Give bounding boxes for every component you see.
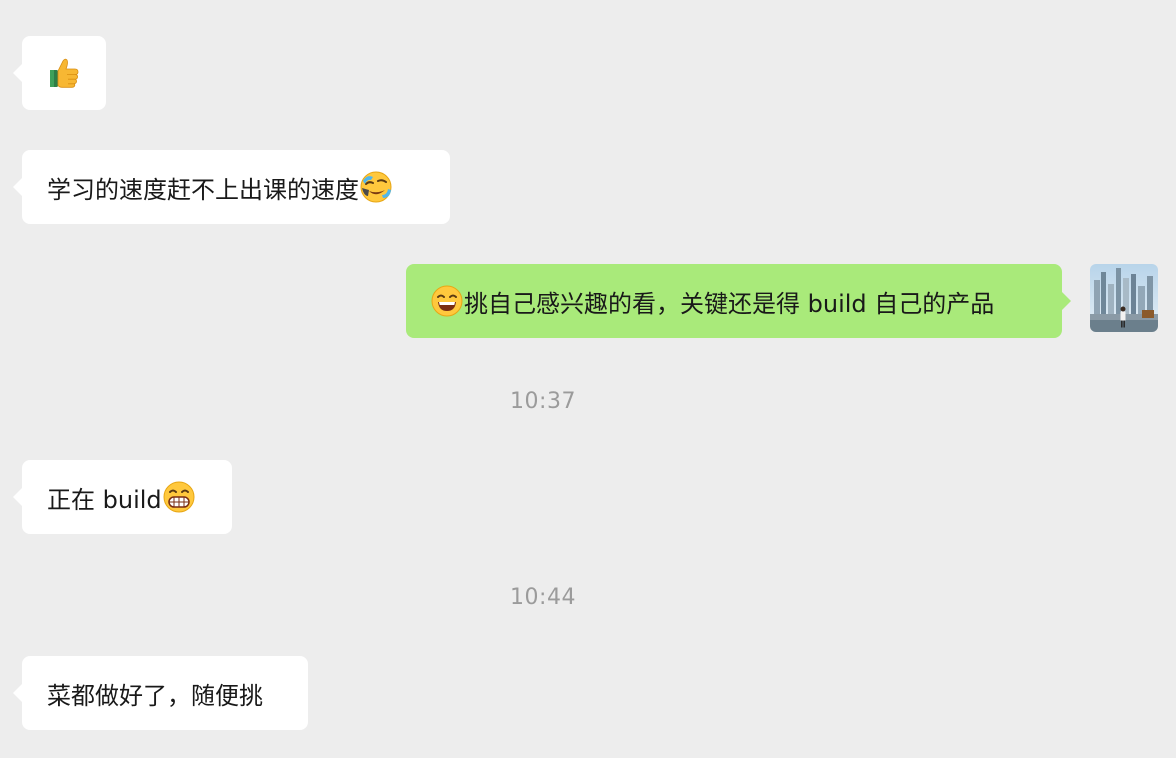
message-text: 学习的速度赶不上出课的速度 — [47, 175, 359, 204]
grinning-squinting-face-icon — [430, 284, 464, 318]
message-text: 正在 build — [47, 485, 162, 514]
message-timestamp: 10:44 — [510, 585, 576, 610]
incoming-message-bubble[interactable]: 学习的速度赶不上出课的速度 — [13, 150, 450, 224]
incoming-message-bubble[interactable]: 正在 build — [13, 460, 232, 534]
message-timestamp: 10:37 — [510, 389, 576, 414]
grimacing-grin-face-icon — [162, 480, 196, 514]
incoming-message-bubble[interactable]: 菜都做好了，随便挑 — [13, 656, 308, 730]
thumbs-up-icon — [47, 56, 81, 90]
message-text: 菜都做好了，随便挑 — [47, 681, 263, 710]
incoming-message-bubble[interactable] — [13, 36, 106, 110]
user-avatar[interactable] — [1090, 264, 1158, 332]
outgoing-message-bubble[interactable]: 挑自己感兴趣的看，关键还是得 build 自己的产品 — [406, 264, 1071, 338]
message-text: 挑自己感兴趣的看，关键还是得 build 自己的产品 — [464, 289, 995, 318]
chat-message-list: 学习的速度赶不上出课的速度 挑自己感兴趣的看，关键还是得 build 自己的产品… — [0, 0, 1176, 758]
face-with-tears-icon — [359, 170, 393, 204]
